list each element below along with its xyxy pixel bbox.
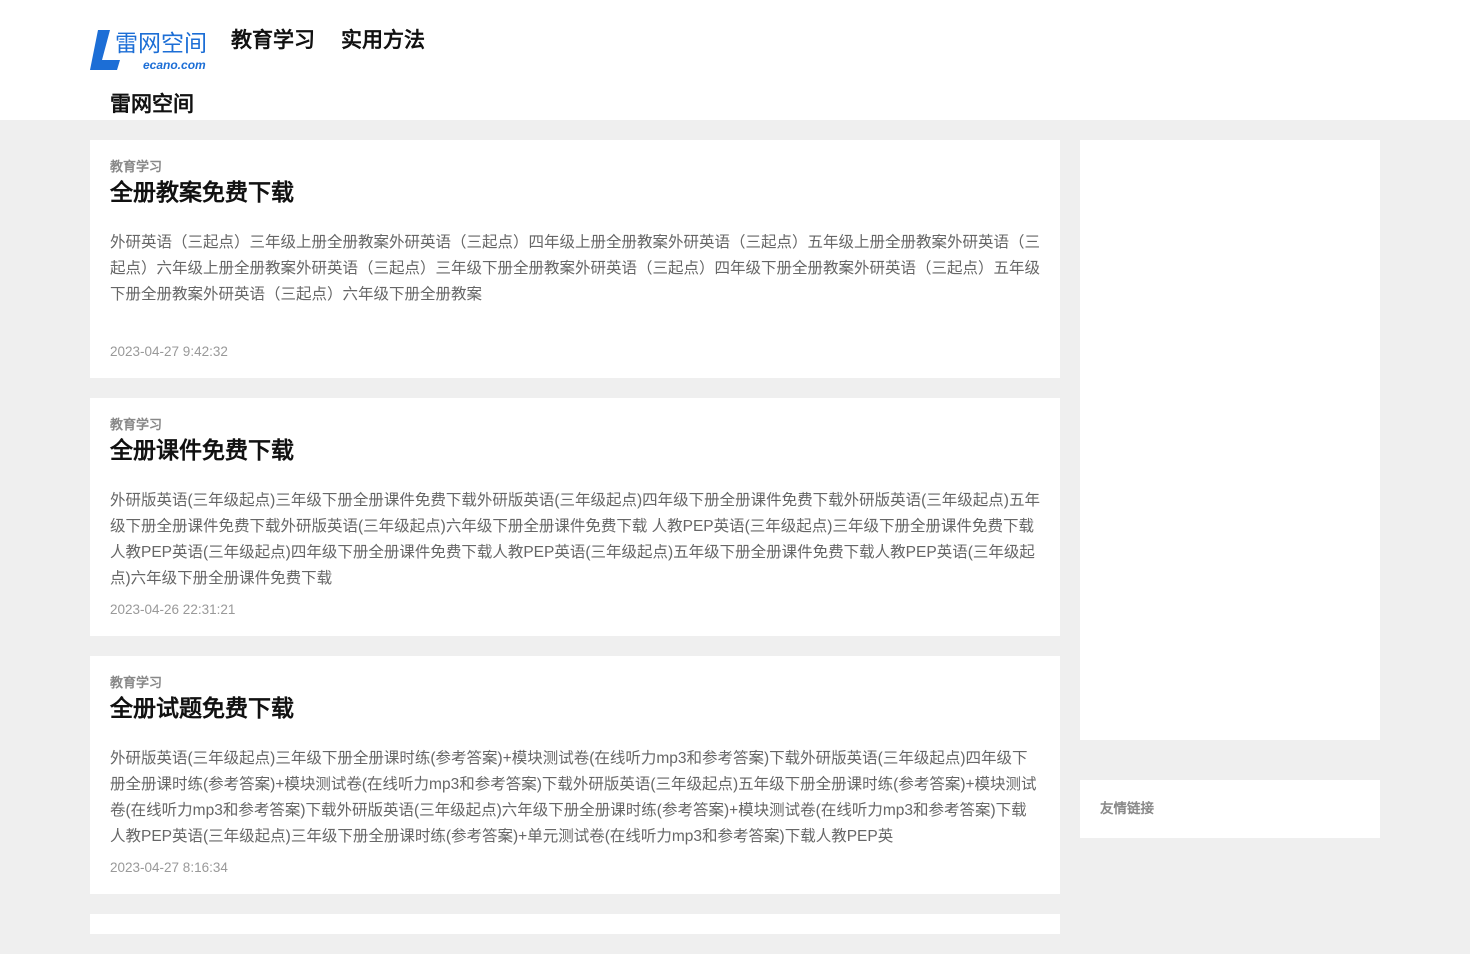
friend-links-heading: 友情链接 xyxy=(1100,801,1154,817)
site-header: 雷网空间 ecano.com 教育学习 实用方法 雷网空间 xyxy=(0,0,1470,120)
post-category[interactable]: 教育学习 xyxy=(110,160,1040,176)
logo-text-cn: 雷网空间 xyxy=(115,31,207,57)
sidebar: 友情链接 xyxy=(1080,140,1380,838)
post-card: 教育学习 全册教案免费下载 外研英语（三起点）三年级上册全册教案外研英语（三起点… xyxy=(90,140,1060,378)
post-excerpt: 外研英语（三起点）三年级上册全册教案外研英语（三起点）四年级上册全册教案外研英语… xyxy=(110,234,1040,303)
post-card: 教育学习 全册课件免费下载 外研版英语(三年级起点)三年级下册全册课件免费下载外… xyxy=(90,398,1060,636)
post-title[interactable]: 全册试题免费下载 xyxy=(110,692,1040,726)
post-date: 2023-04-27 9:42:32 xyxy=(110,344,228,359)
sidebar-ad-area xyxy=(1080,140,1380,740)
nav-item-methods[interactable]: 实用方法 xyxy=(341,25,425,55)
main-nav: 教育学习 实用方法 xyxy=(231,25,425,55)
friend-links-box: 友情链接 xyxy=(1080,780,1380,838)
post-card-partial xyxy=(90,914,1060,934)
post-title[interactable]: 全册教案免费下载 xyxy=(110,176,1040,210)
post-excerpt: 外研版英语(三年级起点)三年级下册全册课时练(参考答案)+模块测试卷(在线听力m… xyxy=(110,750,1037,845)
post-date: 2023-04-27 8:16:34 xyxy=(110,860,228,875)
post-card: 教育学习 全册试题免费下载 外研版英语(三年级起点)三年级下册全册课时练(参考答… xyxy=(90,656,1060,894)
post-list: 教育学习 全册教案免费下载 外研英语（三起点）三年级上册全册教案外研英语（三起点… xyxy=(90,140,1060,954)
post-title[interactable]: 全册课件免费下载 xyxy=(110,434,1040,468)
post-category[interactable]: 教育学习 xyxy=(110,676,1040,692)
logo-text-en: ecano.com xyxy=(143,58,206,72)
site-logo[interactable]: 雷网空间 ecano.com xyxy=(90,28,212,74)
post-excerpt: 外研版英语(三年级起点)三年级下册全册课件免费下载外研版英语(三年级起点)四年级… xyxy=(110,492,1040,587)
post-date: 2023-04-26 22:31:21 xyxy=(110,602,236,617)
nav-item-education[interactable]: 教育学习 xyxy=(231,25,315,55)
site-name[interactable]: 雷网空间 xyxy=(110,90,194,118)
post-category[interactable]: 教育学习 xyxy=(110,418,1040,434)
